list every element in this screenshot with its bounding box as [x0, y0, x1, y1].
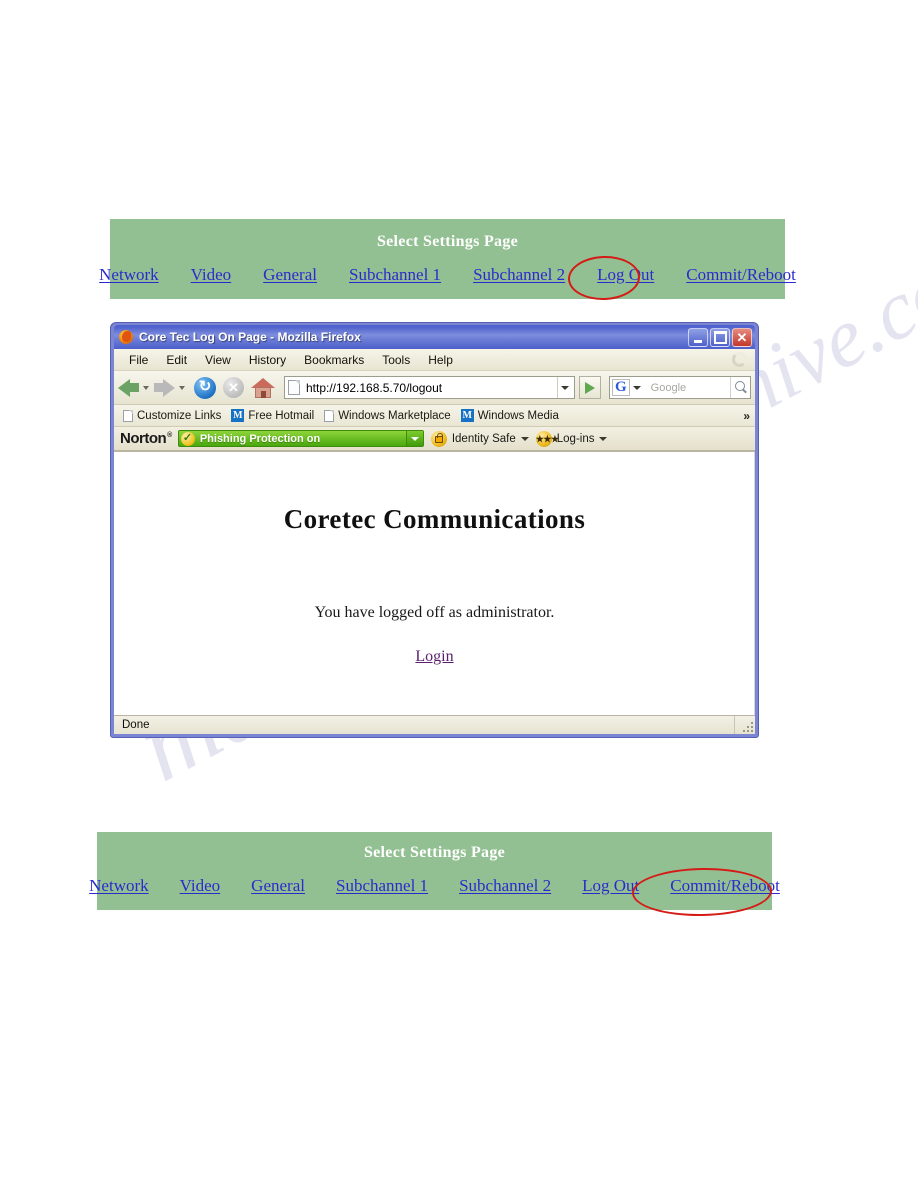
page-viewport: Coretec Communications You have logged o… [114, 451, 755, 715]
bookmark-label: Windows Media [477, 409, 559, 422]
identity-safe-label: Identity Safe [451, 432, 516, 445]
page-icon [123, 409, 133, 422]
bookmark-label: Customize Links [137, 409, 222, 422]
status-bar: Done [114, 715, 755, 734]
nav-link-log-out[interactable]: Log Out [597, 265, 654, 285]
page-favicon-icon [288, 380, 300, 395]
phishing-dropdown-icon[interactable] [405, 431, 423, 446]
msn-icon: M [460, 409, 474, 422]
bookmark-customize-links[interactable]: Customize Links [120, 409, 224, 423]
bookmarks-overflow-icon[interactable]: » [743, 409, 750, 423]
menu-item-history[interactable]: History [240, 351, 295, 369]
nav-link-video[interactable]: Video [180, 876, 221, 896]
search-bar[interactable]: G Google [609, 376, 751, 399]
phishing-protection-label: Phishing Protection on [199, 432, 321, 445]
url-dropdown-icon[interactable] [557, 377, 572, 398]
asterisks-icon: ★★★ [535, 430, 559, 447]
home-icon[interactable] [251, 377, 275, 399]
nav-link-subchannel-2[interactable]: Subchannel 2 [473, 265, 565, 285]
logins-label: Log-ins [556, 432, 595, 445]
login-link-wrap: Login [114, 648, 755, 666]
google-icon: G [612, 379, 630, 396]
menu-item-bookmarks[interactable]: Bookmarks [295, 351, 373, 369]
maximize-icon[interactable] [710, 327, 730, 347]
browser-window: Core Tec Log On Page - Mozilla Firefox ✕… [110, 322, 759, 738]
menu-item-file[interactable]: File [120, 351, 157, 369]
bookmark-label: Free Hotmail [248, 409, 315, 422]
logout-message: You have logged off as administrator. [314, 604, 555, 621]
resize-grip[interactable] [739, 719, 753, 732]
back-button[interactable] [118, 378, 152, 397]
login-link[interactable]: Login [415, 648, 453, 665]
settings-bar-bottom: Select Settings Page Network Video Gener… [89, 832, 780, 910]
back-arrow-icon [118, 378, 130, 397]
browser-titlebar[interactable]: Core Tec Log On Page - Mozilla Firefox ✕ [114, 325, 755, 349]
bookmark-label: Windows Marketplace [338, 409, 451, 422]
go-button[interactable] [579, 376, 601, 399]
menu-item-edit[interactable]: Edit [157, 351, 196, 369]
search-engine-dropdown-icon[interactable] [632, 385, 641, 390]
nav-link-subchannel-1[interactable]: Subchannel 1 [336, 876, 428, 896]
throbber-icon [732, 352, 747, 367]
logins-button[interactable]: ★★★ Log-ins [535, 430, 608, 447]
page-icon [324, 409, 335, 422]
firefox-icon [118, 329, 134, 345]
chevron-down-icon[interactable] [599, 436, 608, 441]
minimize-icon[interactable] [688, 327, 708, 347]
settings-nav-links-top: Network Video General Subchannel 1 Subch… [99, 265, 796, 285]
page-title: Coretec Communications [283, 504, 586, 534]
forward-button[interactable] [154, 378, 188, 397]
nav-link-commit-reboot[interactable]: Commit/Reboot [670, 876, 780, 896]
norton-logo: Norton [120, 430, 171, 447]
phishing-protection-status[interactable]: Phishing Protection on [177, 430, 424, 447]
nav-link-network[interactable]: Network [89, 876, 148, 896]
browser-chrome: File Edit View History Bookmarks Tools H… [114, 349, 755, 734]
nav-link-general[interactable]: General [251, 876, 305, 896]
url-input[interactable]: http://192.168.5.70/logout [306, 381, 557, 395]
menu-item-tools[interactable]: Tools [373, 351, 419, 369]
forward-dropdown-icon[interactable] [179, 385, 185, 390]
bookmark-free-hotmail[interactable]: M Free Hotmail [228, 408, 317, 423]
viewport-edge [754, 452, 755, 715]
settings-nav-links-bottom: Network Video General Subchannel 1 Subch… [89, 876, 780, 896]
norton-toolbar: Norton Phishing Protection on Identity S… [114, 427, 755, 451]
identity-safe-button[interactable]: Identity Safe [430, 430, 529, 447]
check-badge-icon [180, 431, 195, 446]
menu-bar: File Edit View History Bookmarks Tools H… [114, 349, 755, 371]
forward-arrow-icon [163, 378, 175, 397]
url-bar[interactable]: http://192.168.5.70/logout [284, 376, 575, 399]
reload-icon[interactable] [194, 376, 216, 399]
lock-icon [430, 430, 447, 447]
nav-link-subchannel-1[interactable]: Subchannel 1 [349, 265, 441, 285]
nav-link-subchannel-2[interactable]: Subchannel 2 [459, 876, 551, 896]
nav-link-commit-reboot[interactable]: Commit/Reboot [686, 265, 796, 285]
bookmark-windows-media[interactable]: M Windows Media [458, 408, 562, 423]
menu-item-help[interactable]: Help [419, 351, 462, 369]
stop-icon[interactable]: ✕ [223, 377, 244, 398]
back-dropdown-icon[interactable] [143, 385, 149, 390]
go-icon [585, 381, 595, 394]
bookmarks-toolbar: Customize Links M Free Hotmail Windows M… [114, 405, 755, 427]
settings-bar-top: Select Settings Page Network Video Gener… [99, 219, 796, 299]
window-controls: ✕ [688, 327, 753, 347]
status-text: Done [122, 719, 150, 731]
settings-bar-title: Select Settings Page [376, 233, 519, 250]
settings-bar-title: Select Settings Page [363, 844, 506, 861]
menu-item-view[interactable]: View [196, 351, 240, 369]
chevron-down-icon[interactable] [520, 436, 529, 441]
search-input[interactable]: Google [651, 382, 730, 394]
magnifier-icon[interactable] [730, 377, 750, 398]
status-separator [734, 716, 735, 734]
nav-link-network[interactable]: Network [99, 265, 158, 285]
window-title: Core Tec Log On Page - Mozilla Firefox [139, 330, 361, 344]
msn-icon: M [231, 409, 245, 422]
bookmark-windows-marketplace[interactable]: Windows Marketplace [321, 409, 453, 423]
nav-link-general[interactable]: General [263, 265, 317, 285]
nav-link-video[interactable]: Video [191, 265, 232, 285]
close-icon[interactable]: ✕ [732, 327, 752, 347]
nav-link-log-out[interactable]: Log Out [582, 876, 639, 896]
navigation-toolbar: ✕ http://192.168.5.70/logout G Google [114, 371, 755, 405]
